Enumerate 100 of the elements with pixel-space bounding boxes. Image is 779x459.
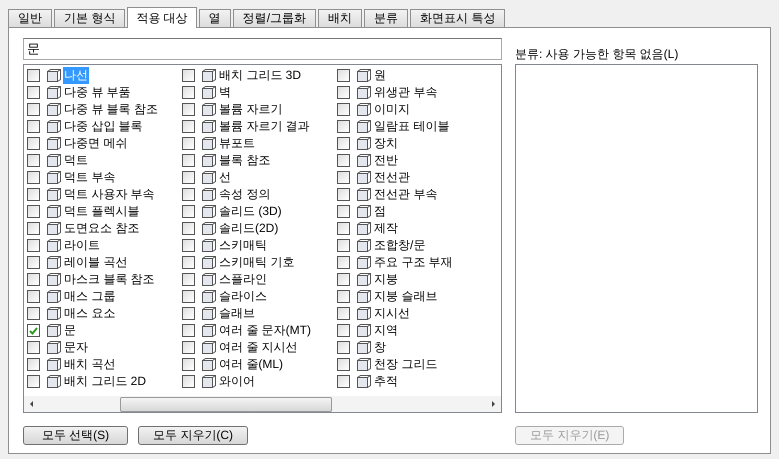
- checkbox[interactable]: [337, 290, 350, 303]
- tab[interactable]: 일반: [8, 9, 52, 27]
- object-type-label[interactable]: 지역: [373, 322, 399, 339]
- checkbox[interactable]: [27, 86, 40, 99]
- checkbox[interactable]: [182, 69, 195, 82]
- object-type-label[interactable]: 지시선: [373, 305, 411, 322]
- object-type-label[interactable]: 배치 그리드 3D: [218, 67, 302, 84]
- checkbox[interactable]: [27, 324, 40, 337]
- object-type-label[interactable]: 위생관 부속: [373, 84, 438, 101]
- checkbox[interactable]: [182, 86, 195, 99]
- object-type-label[interactable]: 지붕 슬래브: [373, 288, 438, 305]
- object-type-label[interactable]: 일람표 테이블: [373, 118, 450, 135]
- object-type-label[interactable]: 문자: [63, 339, 89, 356]
- object-type-label[interactable]: 조합창/문: [373, 237, 426, 254]
- object-type-label[interactable]: 스키매틱 기호: [218, 254, 296, 271]
- object-type-label[interactable]: 이미지: [373, 101, 411, 118]
- object-type-label[interactable]: 여러 줄 지시선: [218, 339, 299, 356]
- checkbox[interactable]: [337, 69, 350, 82]
- action-button[interactable]: 모두 선택(S): [23, 426, 128, 445]
- checkbox[interactable]: [182, 273, 195, 286]
- checkbox[interactable]: [182, 239, 195, 252]
- checkbox[interactable]: [337, 86, 350, 99]
- checkbox[interactable]: [337, 154, 350, 167]
- scroll-right-icon[interactable]: [489, 400, 497, 408]
- checkbox[interactable]: [182, 103, 195, 116]
- object-type-label[interactable]: 천장 그리드: [373, 356, 438, 373]
- checkbox[interactable]: [182, 375, 195, 388]
- object-type-label[interactable]: 도면요소 참조: [63, 220, 140, 237]
- object-type-label[interactable]: 다중면 메쉬: [63, 135, 128, 152]
- checkbox[interactable]: [337, 171, 350, 184]
- checkbox[interactable]: [337, 341, 350, 354]
- object-type-label[interactable]: 제작: [373, 220, 399, 237]
- object-type-label[interactable]: 배치 곡선: [63, 356, 116, 373]
- object-type-label[interactable]: 여러 줄(ML): [218, 356, 284, 373]
- checkbox[interactable]: [27, 222, 40, 235]
- checkbox[interactable]: [27, 239, 40, 252]
- checkbox[interactable]: [182, 171, 195, 184]
- checkbox[interactable]: [27, 188, 40, 201]
- object-type-label[interactable]: 스플라인: [218, 271, 268, 288]
- object-type-label[interactable]: 덕트 사용자 부속: [63, 186, 156, 203]
- checkbox[interactable]: [27, 358, 40, 371]
- checkbox[interactable]: [182, 188, 195, 201]
- checkbox[interactable]: [27, 137, 40, 150]
- filter-field[interactable]: 문: [23, 38, 502, 60]
- checkbox[interactable]: [337, 120, 350, 133]
- tab[interactable]: 정렬/그룹화: [232, 9, 316, 27]
- checkbox[interactable]: [182, 154, 195, 167]
- checkbox[interactable]: [27, 103, 40, 116]
- checkbox[interactable]: [182, 256, 195, 269]
- checkbox[interactable]: [27, 154, 40, 167]
- action-button[interactable]: 모두 지우기(C): [138, 426, 248, 445]
- object-type-label[interactable]: 다중 뷰 부품: [63, 84, 132, 101]
- object-type-label[interactable]: 여러 줄 문자(MT): [218, 322, 312, 339]
- object-type-label[interactable]: 스키매틱: [218, 237, 268, 254]
- object-type-label[interactable]: 솔리드(2D): [218, 220, 280, 237]
- tab[interactable]: 화면표시 특성: [410, 9, 506, 27]
- object-type-label[interactable]: 뷰포트: [218, 135, 256, 152]
- object-type-label[interactable]: 전선관 부속: [373, 186, 438, 203]
- checkbox[interactable]: [182, 137, 195, 150]
- object-type-label[interactable]: 매스 그룹: [63, 288, 116, 305]
- object-type-label[interactable]: 라이트: [63, 237, 101, 254]
- tab[interactable]: 분류: [364, 9, 408, 27]
- checkbox[interactable]: [27, 69, 40, 82]
- tab[interactable]: 적용 대상: [127, 7, 197, 28]
- object-type-label[interactable]: 추적: [373, 373, 399, 390]
- object-type-label[interactable]: 블록 참조: [218, 152, 272, 169]
- checkbox[interactable]: [182, 341, 195, 354]
- scroll-left-icon[interactable]: [28, 400, 36, 408]
- object-type-label[interactable]: 창: [373, 339, 387, 356]
- object-type-label[interactable]: 원: [373, 67, 387, 84]
- checkbox[interactable]: [337, 273, 350, 286]
- object-type-label[interactable]: 와이어: [218, 373, 256, 390]
- tab[interactable]: 열: [198, 9, 231, 27]
- object-type-label[interactable]: 다중 삽입 블록: [63, 118, 144, 135]
- object-type-label[interactable]: 속성 정의: [218, 186, 272, 203]
- checkbox[interactable]: [27, 375, 40, 388]
- checkbox[interactable]: [337, 188, 350, 201]
- object-type-label[interactable]: 전선관: [373, 169, 411, 186]
- object-type-label[interactable]: 매스 요소: [63, 305, 116, 322]
- checkbox[interactable]: [337, 239, 350, 252]
- checkbox[interactable]: [182, 290, 195, 303]
- checkbox[interactable]: [27, 341, 40, 354]
- object-type-label[interactable]: 지붕: [373, 271, 399, 288]
- tab[interactable]: 배치: [318, 9, 362, 27]
- checkbox[interactable]: [337, 103, 350, 116]
- object-type-label[interactable]: 볼륨 자르기: [218, 101, 284, 118]
- checkbox[interactable]: [337, 307, 350, 320]
- object-type-label[interactable]: 벽: [218, 84, 232, 101]
- checkbox[interactable]: [27, 307, 40, 320]
- object-type-label[interactable]: 마스크 블록 참조: [63, 271, 156, 288]
- checkbox[interactable]: [337, 358, 350, 371]
- object-type-label[interactable]: 솔리드 (3D): [218, 203, 283, 220]
- checkbox[interactable]: [337, 222, 350, 235]
- checkbox[interactable]: [27, 120, 40, 133]
- object-type-label[interactable]: 전반: [373, 152, 399, 169]
- checkbox[interactable]: [337, 205, 350, 218]
- checkbox[interactable]: [182, 324, 195, 337]
- object-type-label[interactable]: 주요 구조 부재: [373, 254, 454, 271]
- object-type-label[interactable]: 점: [373, 203, 387, 220]
- object-type-label[interactable]: 슬라이스: [218, 288, 268, 305]
